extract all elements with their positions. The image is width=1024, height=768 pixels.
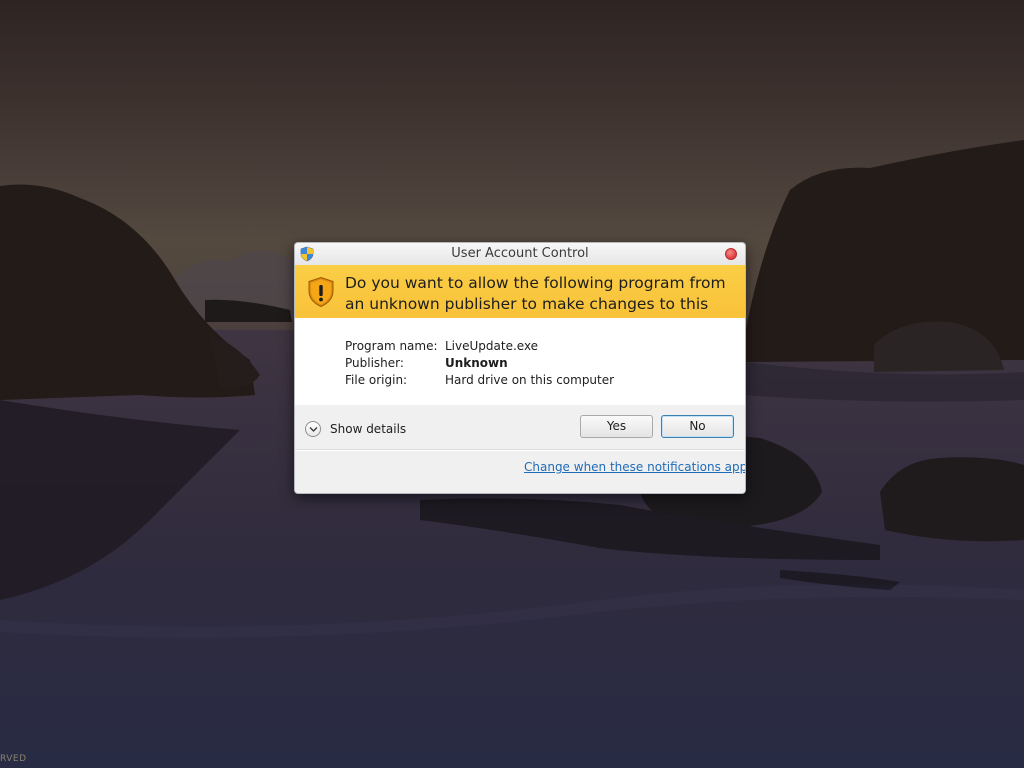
show-details-label[interactable]: Show details xyxy=(330,422,406,436)
publisher-label: Publisher: xyxy=(345,356,404,370)
change-notifications-link[interactable]: Change when these notifications appear xyxy=(524,460,745,474)
file-origin-value: Hard drive on this computer xyxy=(445,373,615,387)
footer-divider xyxy=(295,449,745,451)
program-name-label: Program name: xyxy=(345,339,438,353)
desktop: RVED User Account Control Do you want to… xyxy=(0,0,1024,768)
detail-row-program-name: Program name: LiveUpdate.exe xyxy=(345,339,735,356)
warning-shield-icon xyxy=(308,276,334,308)
program-name-value: LiveUpdate.exe xyxy=(445,339,539,353)
detail-row-publisher: Publisher: Unknown xyxy=(345,356,735,373)
uac-dialog: User Account Control Do you want to allo… xyxy=(294,242,746,494)
close-button[interactable] xyxy=(725,248,737,260)
publisher-value: Unknown xyxy=(445,356,508,370)
file-origin-label: File origin: xyxy=(345,373,408,387)
no-button[interactable]: No xyxy=(661,415,734,438)
dialog-footer: Show details Yes No Change when these no… xyxy=(295,405,745,493)
title-bar[interactable]: User Account Control xyxy=(295,243,745,265)
detail-row-file-origin: File origin: Hard drive on this computer xyxy=(345,373,735,390)
program-details: Program name: LiveUpdate.exe Publisher: … xyxy=(295,318,745,405)
chevron-down-icon[interactable] xyxy=(305,421,321,437)
yes-button[interactable]: Yes xyxy=(580,415,653,438)
wallpaper-watermark-text: RVED xyxy=(0,754,27,764)
dialog-title: User Account Control xyxy=(451,246,589,261)
warning-banner: Do you want to allow the following progr… xyxy=(295,265,745,334)
